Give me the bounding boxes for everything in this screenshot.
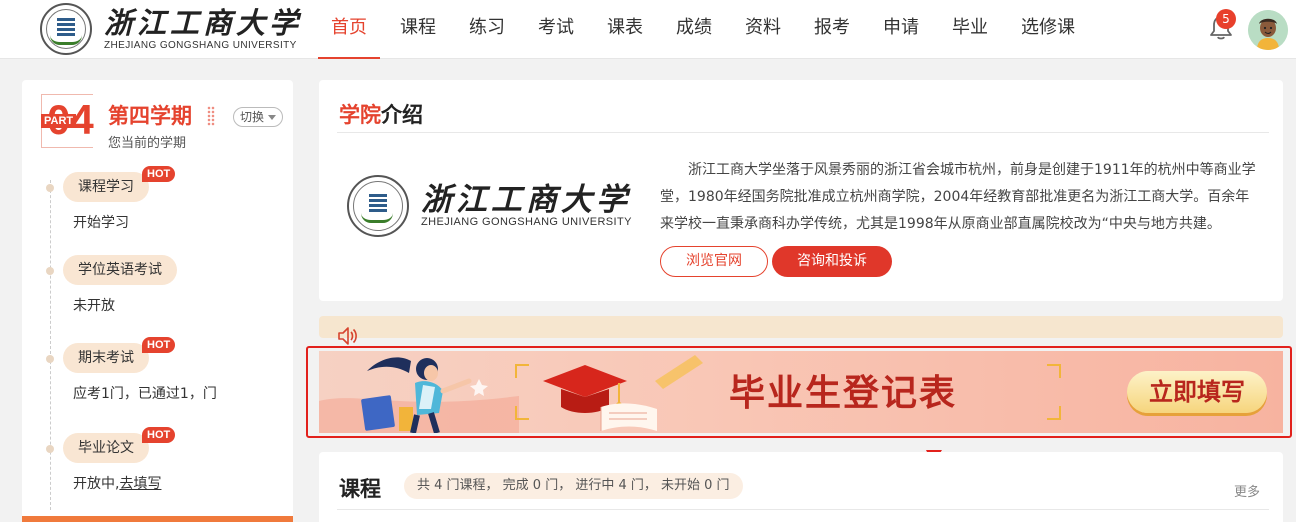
speaker-icon bbox=[337, 325, 359, 347]
more-link[interactable]: 更多 bbox=[1234, 481, 1260, 500]
hot-badge: HOT bbox=[142, 427, 176, 443]
university-seal-icon bbox=[347, 175, 409, 237]
nav-materials[interactable]: 资料 bbox=[732, 0, 794, 59]
nav-practice[interactable]: 练习 bbox=[456, 0, 518, 59]
semester-title: 第四学期 bbox=[108, 104, 192, 128]
nav-graduation[interactable]: 毕业 bbox=[939, 0, 1001, 59]
university-logo[interactable]: 浙江工商大学 ZHEJIANG GONGSHANG UNIVERSITY bbox=[40, 3, 302, 55]
divider bbox=[337, 132, 1269, 133]
university-seal-icon bbox=[40, 3, 92, 55]
start-learning-link[interactable]: 开始学习 bbox=[73, 212, 129, 232]
intro-university-logo: 浙江工商大学 ZHEJIANG GONGSHANG UNIVERSITY bbox=[347, 175, 632, 237]
user-avatar[interactable] bbox=[1248, 10, 1288, 50]
college-intro-card: 学院介绍 浙江工商大学 ZHEJIANG GONGSHANG UNIVERSIT… bbox=[319, 80, 1283, 301]
main-nav: 首页 课程 练习 考试 课表 成绩 资料 报考 申请 毕业 选修课 bbox=[318, 0, 1095, 59]
step-status: 应考1门，已通过1，门 bbox=[73, 386, 217, 402]
step-status: 未开放 bbox=[73, 298, 115, 314]
courses-stats-badge: 共 4 门课程， 完成 0 门， 进行中 4 门， 未开始 0 门 bbox=[404, 473, 743, 499]
logo-chinese-name: 浙江工商大学 bbox=[104, 5, 303, 40]
timeline-dot bbox=[46, 267, 54, 275]
highlight-box bbox=[306, 346, 1292, 438]
switch-label: 切换 bbox=[240, 110, 265, 124]
part-label: PART bbox=[41, 114, 77, 128]
intro-paragraph: 浙江工商大学坐落于风景秀丽的浙江省会城市杭州，前身是创建于1911年的杭州中等商… bbox=[660, 162, 1256, 232]
nav-applications[interactable]: 申请 bbox=[870, 0, 932, 59]
notification-count-badge: 5 bbox=[1216, 9, 1236, 29]
nav-grades[interactable]: 成绩 bbox=[663, 0, 725, 59]
semester-number-badge: 04 PART bbox=[41, 94, 94, 148]
nav-registration[interactable]: 报考 bbox=[801, 0, 863, 59]
hot-badge: HOT bbox=[142, 166, 176, 182]
logo-english-name: ZHEJIANG GONGSHANG UNIVERSITY bbox=[421, 215, 632, 228]
courses-card: 课程 共 4 门课程， 完成 0 门， 进行中 4 门， 未开始 0 门 更多 bbox=[319, 452, 1283, 522]
nav-exams[interactable]: 考试 bbox=[525, 0, 587, 59]
hot-badge: HOT bbox=[142, 337, 176, 353]
thesis-button[interactable]: 毕业论文 bbox=[63, 433, 149, 463]
degree-english-exam-button[interactable]: 学位英语考试 bbox=[63, 255, 177, 285]
step-status: 开放中,去填写 bbox=[73, 473, 161, 493]
timeline-line bbox=[50, 180, 51, 510]
logo-chinese-name: 浙江工商大学 bbox=[421, 181, 631, 218]
timeline-dot bbox=[46, 355, 54, 363]
top-navigation-bar: 浙江工商大学 ZHEJIANG GONGSHANG UNIVERSITY 首页 … bbox=[0, 0, 1296, 59]
semester-subtitle: 您当前的学期 bbox=[108, 136, 187, 151]
timeline-dot bbox=[46, 445, 54, 453]
browse-official-site-button[interactable]: 浏览官网 bbox=[660, 246, 768, 277]
timeline-dot bbox=[46, 184, 54, 192]
decorative-dots bbox=[207, 106, 215, 126]
semester-sidebar: 04 PART 第四学期 您当前的学期 切换 课程学习 HOT 开始学习 学位英… bbox=[22, 80, 293, 522]
divider bbox=[337, 509, 1269, 510]
chevron-down-icon bbox=[268, 115, 276, 120]
courses-title: 课程 bbox=[339, 477, 381, 501]
logo-english-name: ZHEJIANG GONGSHANG UNIVERSITY bbox=[104, 39, 297, 51]
nav-courses[interactable]: 课程 bbox=[387, 0, 449, 59]
nav-electives[interactable]: 选修课 bbox=[1008, 0, 1088, 59]
intro-title: 学院介绍 bbox=[339, 103, 423, 127]
nav-home[interactable]: 首页 bbox=[318, 0, 380, 59]
switch-semester-button[interactable]: 切换 bbox=[233, 107, 283, 127]
consult-complain-button[interactable]: 咨询和投诉 bbox=[772, 246, 892, 277]
course-study-button[interactable]: 课程学习 bbox=[63, 172, 149, 202]
nav-timetable[interactable]: 课表 bbox=[594, 0, 656, 59]
final-exam-button[interactable]: 期末考试 bbox=[63, 343, 149, 373]
thesis-status-text: 开放中, bbox=[73, 476, 120, 492]
sidebar-footer-strip bbox=[22, 516, 293, 522]
fill-in-link[interactable]: 去填写 bbox=[119, 476, 161, 492]
notice-bar bbox=[319, 316, 1283, 338]
